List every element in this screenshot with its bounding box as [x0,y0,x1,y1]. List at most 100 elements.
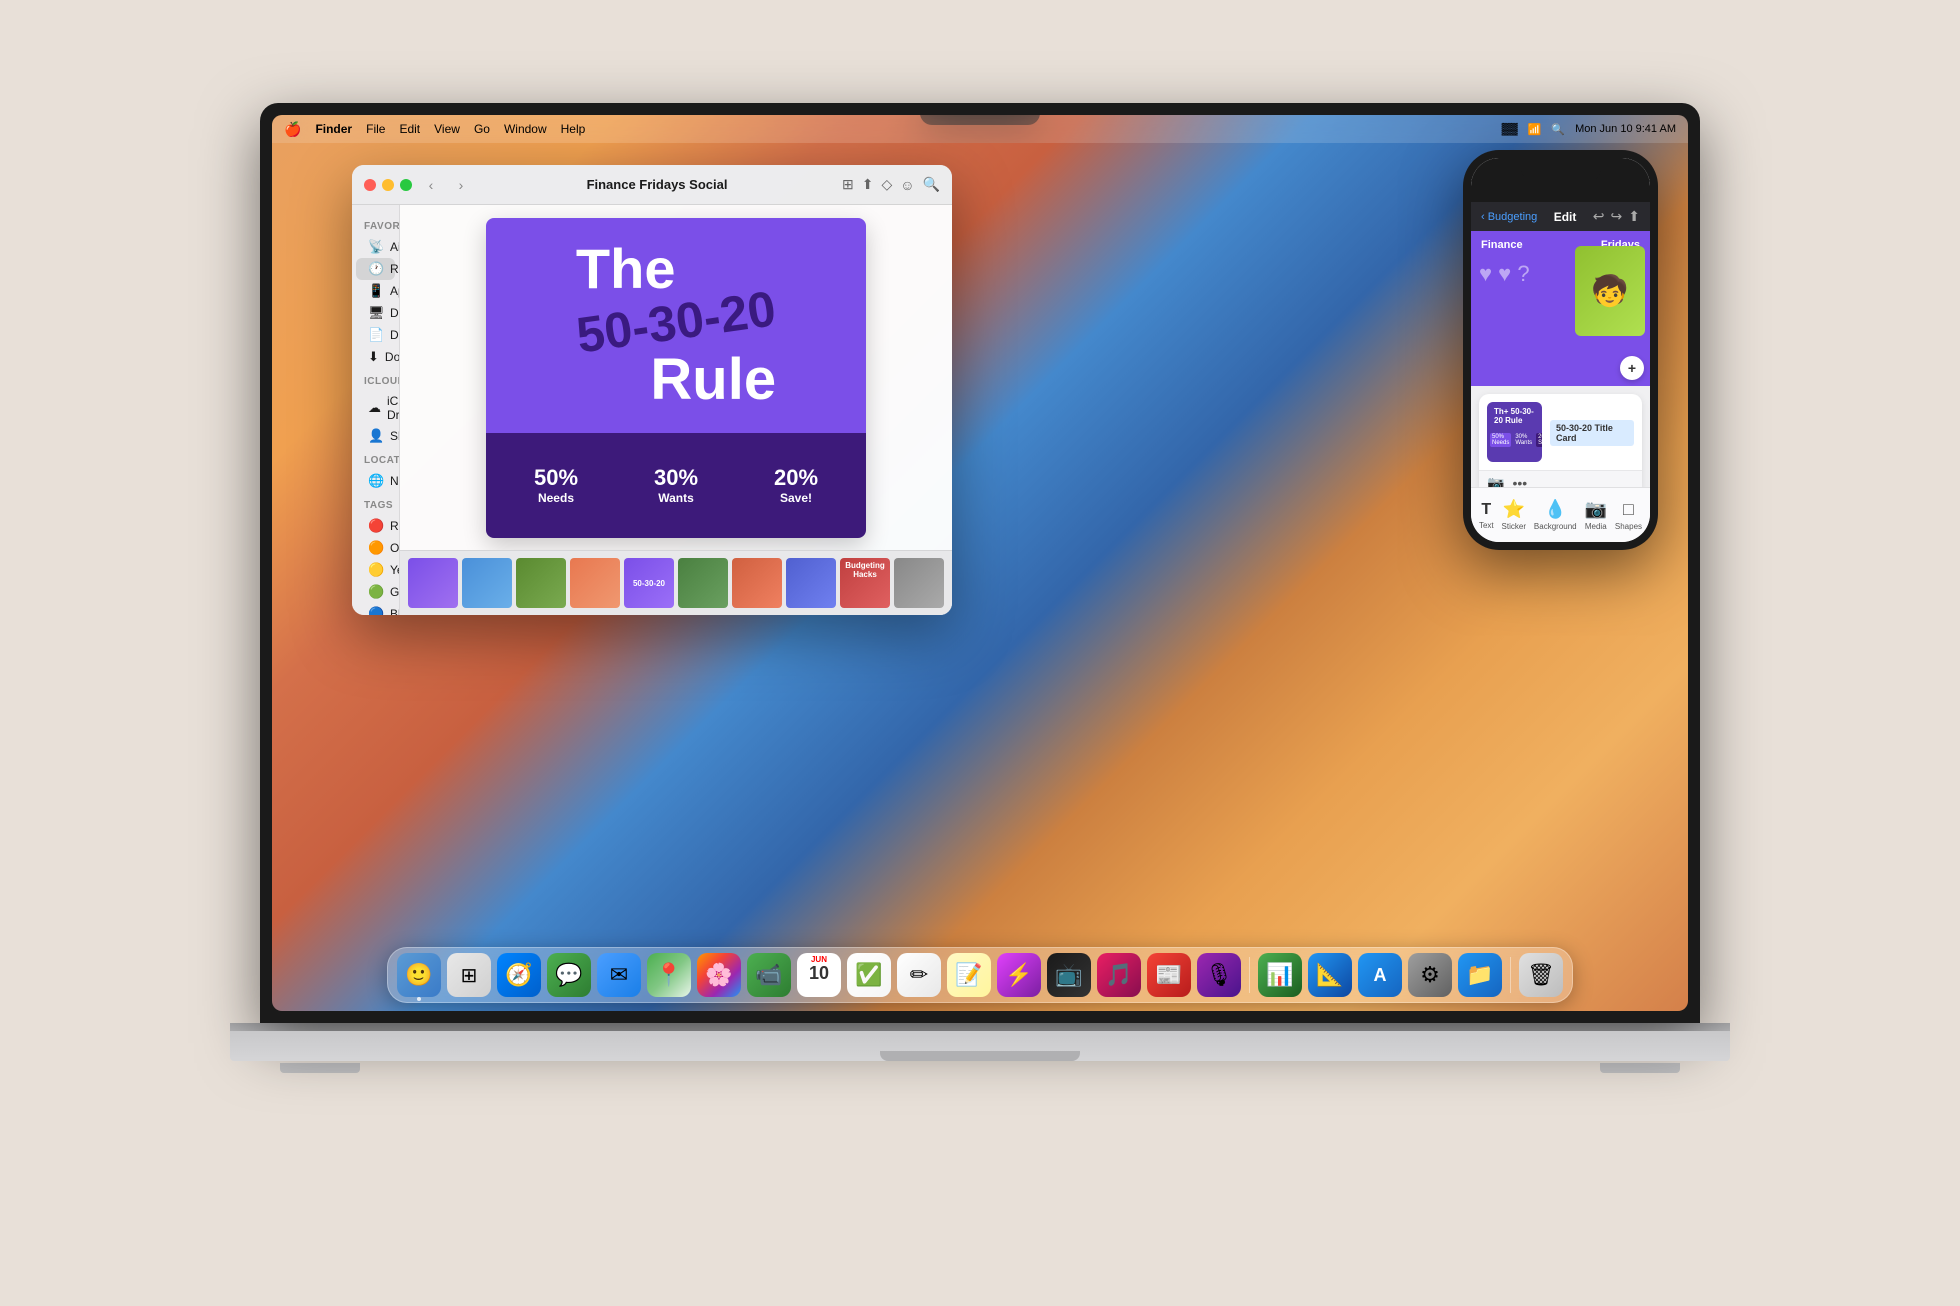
tool-sticker[interactable]: ⭐ Sticker [1502,499,1526,531]
menu-go[interactable]: Go [474,122,490,136]
dock-reminders[interactable]: ✅ [847,953,891,997]
iphone-toolbar: T Text ⭐ Sticker 💧 Background 📷 [1471,487,1650,542]
tool-background[interactable]: 💧 Background [1534,499,1577,531]
green-tag-icon: 🟢 [368,584,384,600]
shapes-icon: □ [1623,499,1634,520]
filmstrip-item[interactable] [570,558,620,608]
sidebar-item-documents[interactable]: 📄 Documents [356,324,395,346]
mini-card-text: 50-30-20 Title Card [1550,418,1634,446]
dock-music[interactable]: 🎵 [1097,953,1141,997]
dock-calendar[interactable]: JUN 10 [797,953,841,997]
fullscreen-button[interactable] [400,179,412,191]
card-filename: 50-30-20 Title Card [1550,420,1634,446]
tag-icon[interactable]: ◇ [881,176,892,193]
dock-appletv[interactable]: 📺 [1047,953,1091,997]
sidebar-item-icloud-drive[interactable]: ☁ iCloud Drive [356,391,395,425]
redo-icon[interactable]: ↪ [1611,208,1623,225]
downloads-label: Downloads [385,350,400,364]
sidebar-item-orange[interactable]: 🟠 Orange [356,537,395,559]
sidebar-item-airdrop[interactable]: 📡 AirDrop [356,236,395,258]
share-icon[interactable]: ⬆ [862,176,874,193]
filmstrip-item[interactable]: 50-30-20 [624,558,674,608]
podcasts-icon: 🎙 [1205,962,1233,988]
blue-label: Blue [390,607,400,615]
forward-button[interactable]: › [450,174,472,196]
sidebar-item-applications[interactable]: 📱 Applications [356,280,395,302]
filmstrip-item[interactable] [408,558,458,608]
filmstrip-item[interactable]: Budgeting Hacks [840,558,890,608]
tool-text[interactable]: T Text [1479,501,1494,530]
dock-settings[interactable]: ⚙ [1408,953,1452,997]
close-button[interactable] [364,179,376,191]
laptop-hinge [230,1023,1730,1031]
filmstrip-item[interactable] [786,558,836,608]
action-icon[interactable]: ☺ [900,177,914,193]
sidebar-item-green[interactable]: 🟢 Green [356,581,395,603]
more-icon[interactable]: ••• [1512,475,1527,487]
dock-numbers[interactable]: 📊 [1258,953,1302,997]
add-button[interactable]: + [1620,356,1644,380]
dock-separator-2 [1510,957,1511,993]
minimize-button[interactable] [382,179,394,191]
dock-files[interactable]: 📁 [1458,953,1502,997]
stat-wants: 30% Wants [654,465,698,505]
dock-facetime[interactable]: 📹 [747,953,791,997]
dock-trash[interactable]: 🗑 [1519,953,1563,997]
tool-media[interactable]: 📷 Media [1585,499,1607,531]
apple-menu[interactable]: 🍎 [284,121,301,138]
filmstrip-item[interactable] [732,558,782,608]
sidebar-item-red[interactable]: 🔴 Red [356,515,395,537]
tool-shapes[interactable]: □ Shapes [1615,499,1642,531]
filmstrip-item[interactable] [516,558,566,608]
share-icon[interactable]: ⬆ [1628,208,1640,225]
reminders-icon: ✅ [855,962,882,988]
search-icon[interactable]: 🔍 [1551,123,1565,136]
menu-help[interactable]: Help [561,122,586,136]
dock-messages[interactable]: 💬 [547,953,591,997]
sidebar-item-shared[interactable]: 👤 Shared [356,425,395,447]
sidebar-item-yellow[interactable]: 🟡 Yellow [356,559,395,581]
view-icon[interactable]: ⊞ [842,176,854,193]
keynote-icon: 📐 [1316,962,1343,988]
sidebar-item-desktop[interactable]: 🖥 Desktop [356,302,395,324]
search-finder-icon[interactable]: 🔍 [923,176,940,193]
laptop: 🍎 Finder File Edit View Go Window Help ▓… [240,103,1720,1203]
filmstrip-item[interactable] [678,558,728,608]
back-button[interactable]: ‹ [420,174,442,196]
dock-photos[interactable]: 🌸 [697,953,741,997]
battery-icon: ▓▓ [1502,123,1518,135]
finder-toolbar-icons: ⊞ ⬆ ◇ ☺ 🔍 [842,176,940,193]
sidebar-item-blue[interactable]: 🔵 Blue [356,603,395,615]
iphone-topbar-actions: ↩ ↪ ⬆ [1593,208,1640,225]
menu-file[interactable]: File [366,122,385,136]
menu-window[interactable]: Window [504,122,547,136]
menu-edit[interactable]: Edit [399,122,420,136]
dock-maps[interactable]: 📍 [647,953,691,997]
sidebar-item-recents[interactable]: 🕐 Recents [356,258,395,280]
dock-finder[interactable]: 🙂 [397,953,441,997]
dock-safari[interactable]: 🧭 [497,953,541,997]
iphone-back-button[interactable]: ‹ Budgeting [1481,211,1537,223]
finder-content: The 50-30-20 Rule 50% [400,205,952,615]
orange-label: Orange [390,541,400,555]
dock-podcasts[interactable]: 🎙 [1197,953,1241,997]
dock-notes[interactable]: 📝 [947,953,991,997]
filmstrip-item[interactable] [894,558,944,608]
menubar-right: ▓▓ 📶 🔍 Mon Jun 10 9:41 AM [1502,123,1676,136]
laptop-base [230,1031,1730,1061]
filmstrip-item[interactable] [462,558,512,608]
undo-icon[interactable]: ↩ [1593,208,1605,225]
dock-keynote[interactable]: 📐 [1308,953,1352,997]
sidebar-item-downloads[interactable]: ⬇ Downloads [356,346,395,368]
dock-appstore[interactable]: A [1358,953,1402,997]
dock-shortcuts[interactable]: ⚡ [997,953,1041,997]
dock-freeform[interactable]: ✏ [897,953,941,997]
sidebar-item-network[interactable]: 🌐 Network [356,470,395,492]
iphone-topbar: ‹ Budgeting Edit ↩ ↪ ⬆ [1471,202,1650,231]
dock-mail[interactable]: ✉ [597,953,641,997]
camera-icon[interactable]: 📷 [1487,475,1504,487]
photos-icon: 🌸 [705,962,732,988]
dock-launchpad[interactable]: ⊞ [447,953,491,997]
menu-view[interactable]: View [434,122,460,136]
dock-news[interactable]: 📰 [1147,953,1191,997]
